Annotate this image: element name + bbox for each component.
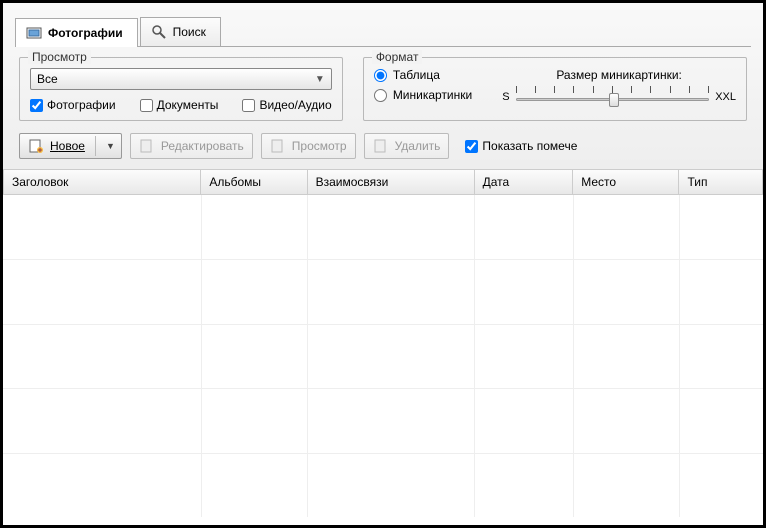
view-legend: Просмотр [28,50,91,64]
thumb-size-label: Размер миникартинки: [502,68,736,82]
new-button[interactable]: Новое ▼ [19,133,122,159]
format-fieldset: Формат Таблица Миникартинки Размер м [363,57,747,121]
new-icon [28,138,44,154]
chk-media[interactable]: Видео/Аудио [242,98,331,112]
tab-photos-label: Фотографии [48,26,123,40]
chk-docs-box[interactable] [140,99,153,112]
thumb-size-slider[interactable] [516,86,710,108]
toolbar: Новое ▼ Редактировать Просмотр [15,129,751,169]
chk-docs[interactable]: Документы [140,98,219,112]
slider-max-label: XXL [715,91,736,103]
col-relations[interactable]: Взаимосвязи [307,170,474,195]
tab-search[interactable]: Поиск [140,17,221,46]
view-select-value: Все [37,72,58,86]
col-title[interactable]: Заголовок [4,170,201,195]
chk-photos-label: Фотографии [47,98,116,112]
radio-thumbs[interactable]: Миникартинки [374,88,472,102]
delete-button: Удалить [364,133,450,159]
chevron-down-icon: ▼ [106,141,119,151]
col-albums[interactable]: Альбомы [201,170,307,195]
format-legend: Формат [372,50,423,64]
radio-thumbs-input[interactable] [374,89,387,102]
radio-table-label: Таблица [393,68,440,82]
view-icon [270,138,286,154]
delete-label: Удалить [395,139,441,153]
tab-bar: Фотографии Поиск [15,17,751,47]
chevron-down-icon: ▼ [315,74,325,85]
new-label: Новое [50,139,85,153]
search-icon [151,24,167,40]
radio-thumbs-label: Миникартинки [393,88,472,102]
chk-media-box[interactable] [242,99,255,112]
chk-media-label: Видео/Аудио [259,98,331,112]
chk-show-tagged-label: Показать помече [482,139,577,153]
view-button: Просмотр [261,133,356,159]
col-place[interactable]: Место [573,170,679,195]
col-date[interactable]: Дата [474,170,573,195]
chk-show-tagged[interactable]: Показать помече [465,139,577,153]
delete-icon [373,138,389,154]
radio-table[interactable]: Таблица [374,68,472,82]
col-type[interactable]: Тип [679,170,763,195]
slider-min-label: S [502,91,509,103]
chk-photos[interactable]: Фотографии [30,98,116,112]
slider-handle[interactable] [609,93,619,107]
chk-photos-box[interactable] [30,99,43,112]
chk-docs-label: Документы [157,98,219,112]
edit-label: Редактировать [161,139,244,153]
view-label: Просмотр [292,139,347,153]
photo-icon [26,25,42,41]
data-table: Заголовок Альбомы Взаимосвязи Дата Место… [3,169,763,517]
edit-button: Редактировать [130,133,253,159]
edit-icon [139,138,155,154]
view-fieldset: Просмотр Все ▼ Фотографии Документы [19,57,343,121]
radio-table-input[interactable] [374,69,387,82]
table-body-empty [3,195,763,517]
view-select[interactable]: Все ▼ [30,68,332,90]
tab-photos[interactable]: Фотографии [15,18,138,47]
tab-search-label: Поиск [173,25,206,39]
chk-show-tagged-box[interactable] [465,140,478,153]
